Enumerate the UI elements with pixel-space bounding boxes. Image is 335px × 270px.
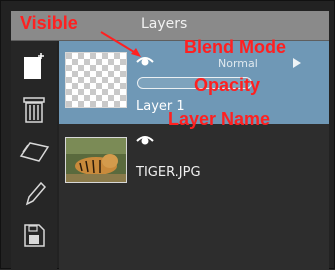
layer-options-icon bbox=[19, 142, 50, 162]
annotation-blend-mode: Blend Mode bbox=[184, 37, 286, 57]
layer-name[interactable]: TIGER.JPG bbox=[136, 165, 201, 180]
annotation-visible: Visible bbox=[20, 13, 78, 33]
panel-title: Layers bbox=[141, 16, 188, 32]
layers-panel: Layers Normal Layer 1 TIGER.JPG Visible … bbox=[0, 0, 335, 270]
annotation-opacity: Opacity bbox=[194, 75, 261, 95]
annotation-layer-name: Layer Name bbox=[168, 109, 271, 129]
eye-icon[interactable] bbox=[136, 55, 154, 67]
save-button[interactable] bbox=[18, 219, 50, 251]
delete-layer-button[interactable] bbox=[18, 93, 50, 125]
blend-mode-dropdown-arrow[interactable] bbox=[293, 58, 301, 68]
pencil-button[interactable] bbox=[18, 177, 50, 209]
tiger-image bbox=[66, 138, 126, 182]
layer-options-button[interactable] bbox=[18, 135, 50, 167]
eye-icon[interactable] bbox=[136, 134, 154, 146]
pencil-icon bbox=[25, 181, 47, 206]
tiger-thumbnail bbox=[65, 137, 127, 183]
new-layer-icon bbox=[24, 53, 44, 79]
tool-sidebar bbox=[11, 41, 57, 270]
save-icon bbox=[24, 224, 45, 247]
blend-mode-value[interactable]: Normal bbox=[218, 57, 258, 70]
trash-icon bbox=[23, 97, 45, 123]
new-layer-button[interactable] bbox=[18, 51, 50, 83]
layer-thumbnail-transparent bbox=[65, 52, 127, 108]
